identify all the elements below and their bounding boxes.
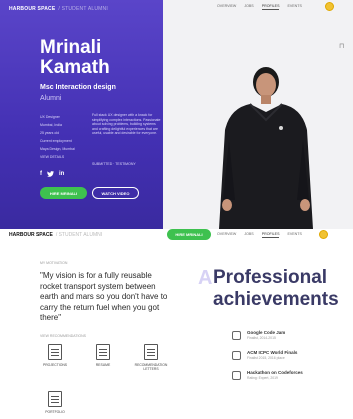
rec-label: RECOMMENDATION LETTERS: [134, 363, 168, 371]
rec-portfolio[interactable]: PORTFOLIO: [40, 391, 70, 414]
nav-profiles[interactable]: PROFILES: [261, 4, 280, 10]
nav-overview-sticky[interactable]: OVERVIEW: [217, 232, 236, 238]
top-nav: OVERVIEW JOBS PROFILES EVENTS: [217, 4, 302, 10]
title-line: Professional: [213, 267, 328, 288]
rec-resume[interactable]: RESUME: [88, 344, 118, 371]
bookmark-icon[interactable]: ⊓: [339, 42, 344, 50]
achievement-title: ACM ICPC World Finals: [247, 350, 298, 355]
user-avatar[interactable]: [325, 2, 334, 11]
rec-letters[interactable]: RECOMMENDATION LETTERS: [134, 344, 168, 371]
user-avatar-sticky[interactable]: [319, 230, 328, 239]
decorative-letter: A: [198, 267, 213, 289]
breadcrumb[interactable]: / STUDENT ALUMNI: [58, 6, 108, 12]
last-name: Kamath: [40, 57, 110, 78]
hero-section: HARBOUR SPACE / STUDENT ALUMNI Mrinali Ka…: [0, 0, 353, 229]
vision-quote: "My vision is for a fully reusable rocke…: [40, 271, 168, 322]
rec-projections[interactable]: PROJECTIONS: [40, 344, 70, 371]
rec-label: PROJECTIONS: [42, 363, 68, 367]
recommendation-list: PROJECTIONS RESUME RECOMMENDATION LETTER…: [40, 344, 168, 371]
nav-profiles-sticky[interactable]: PROFILES: [261, 232, 280, 238]
hire-button-sticky[interactable]: HIRE MRINALI: [167, 229, 211, 240]
profile-bio: Full stack UX designer with a knack for …: [92, 113, 161, 136]
achievement-item: Hackathon on Codeforces Rating: Expert, 2…: [232, 370, 303, 380]
profile-name: Mrinali Kamath: [40, 38, 110, 78]
achievements-title: Professional achievements: [213, 267, 353, 311]
achievement-item: ACM ICPC World Finals Finalist 2015, 2016…: [232, 350, 303, 360]
bio-link[interactable]: SUBMITTED · TESTIMONY: [92, 162, 162, 166]
trophy-icon: [232, 351, 241, 360]
profile-page: HARBOUR SPACE / STUDENT ALUMNI Mrinali Ka…: [0, 0, 353, 419]
hire-button[interactable]: HIRE MRINALI: [40, 187, 87, 199]
hero-panel: HARBOUR SPACE / STUDENT ALUMNI Mrinali Ka…: [0, 0, 163, 229]
achievement-title: Hackathon on Codeforces: [247, 370, 303, 375]
document-icon: [96, 344, 110, 360]
achievement-sub: Finalist, 2014-2015: [247, 336, 276, 340]
achievement-list: Google Code Jam Finalist, 2014-2015 ACM I…: [232, 330, 303, 390]
detail-employment-label: Current employment: [40, 139, 72, 143]
achievement-sub: Finalist 2015, 2016 place: [247, 356, 285, 360]
detail-title: UX Designer: [40, 115, 60, 119]
first-name: Mrinali: [40, 37, 102, 58]
achievement-title: Google Code Jam: [247, 330, 286, 335]
achievement-item: Google Code Jam Finalist, 2014-2015: [232, 330, 303, 340]
vision-label: MY MOTIVATION: [40, 261, 68, 265]
nav-events[interactable]: EVENTS: [287, 4, 301, 10]
profile-details: UX Designer Mumbai, India 25 years old C…: [40, 113, 80, 161]
rec-label: PORTFOLIO: [45, 410, 65, 414]
degree-label: Msc Interaction design: [40, 84, 116, 91]
title-line: achievements: [213, 289, 339, 310]
rec-label: RESUME: [95, 363, 111, 367]
facebook-icon[interactable]: f: [40, 171, 42, 179]
detail-age: 25 years old: [40, 131, 60, 135]
document-icon: [144, 344, 158, 360]
trophy-icon: [232, 331, 241, 340]
social-links: f in: [40, 171, 64, 179]
breadcrumb-sticky[interactable]: / STUDENT ALUMNI: [56, 232, 102, 238]
content-section: HARBOUR SPACE / STUDENT ALUMNI HIRE MRINA…: [0, 229, 353, 419]
recommendations-label: VIEW RECOMMENDATIONS: [40, 334, 87, 338]
view-details-link[interactable]: VIEW DETAILS: [40, 153, 80, 161]
watch-video-button[interactable]: WATCH VIDEO: [92, 187, 139, 199]
trophy-icon: [232, 371, 241, 380]
nav-overview[interactable]: OVERVIEW: [217, 4, 236, 10]
linkedin-icon[interactable]: in: [59, 171, 64, 179]
brand-logo[interactable]: HARBOUR SPACE / STUDENT ALUMNI: [9, 6, 108, 12]
document-icon: [48, 344, 62, 360]
achievement-sub: Rating: Expert, 2019: [247, 376, 278, 380]
sticky-nav: OVERVIEW JOBS PROFILES EVENTS: [217, 232, 302, 238]
role-label: Alumni: [40, 95, 62, 102]
nav-jobs-sticky[interactable]: JOBS: [244, 232, 253, 238]
brand-logo-sticky[interactable]: HARBOUR SPACE / STUDENT ALUMNI: [9, 232, 102, 238]
detail-location: Mumbai, India: [40, 123, 62, 127]
nav-jobs[interactable]: JOBS: [244, 4, 253, 10]
profile-photo: [219, 67, 313, 229]
nav-events-sticky[interactable]: EVENTS: [287, 232, 301, 238]
detail-employer: Maya Design, Mumbai: [40, 147, 75, 151]
twitter-icon[interactable]: [47, 171, 54, 179]
document-icon: [48, 391, 62, 407]
